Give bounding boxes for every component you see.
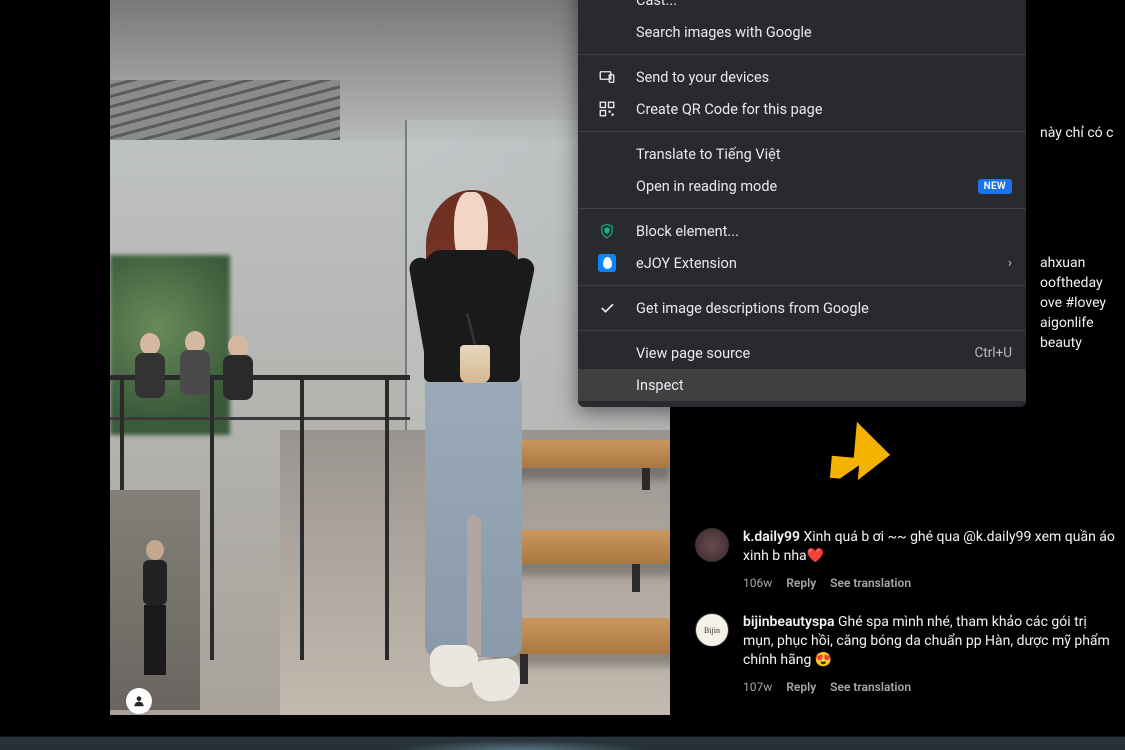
menu-item-cast[interactable]: Cast... — [578, 0, 1026, 16]
comment-text: k.daily99 Xinh quá b ơi ~~ ghé qua @k.da… — [743, 529, 1115, 564]
avatar[interactable]: Bijin — [695, 613, 729, 647]
new-badge: NEW — [978, 179, 1012, 194]
heart-emoji-icon: ❤️ — [807, 548, 824, 564]
caption-fragment: ove #lovey — [1040, 294, 1106, 312]
menu-separator — [578, 285, 1026, 286]
tagged-people-button[interactable] — [126, 688, 152, 714]
blank-icon — [598, 145, 616, 163]
comment-username[interactable]: k.daily99 — [743, 529, 800, 545]
blank-icon — [598, 23, 616, 41]
comment-username[interactable]: bijinbeautyspa — [743, 614, 835, 630]
menu-item-inspect[interactable]: Inspect — [578, 369, 1026, 401]
menu-separator — [578, 131, 1026, 132]
see-translation-button[interactable]: See translation — [830, 574, 911, 593]
menu-item-translate[interactable]: Translate to Tiếng Việt — [578, 138, 1026, 170]
photo-thumbnail-prev[interactable] — [110, 490, 200, 710]
caption-fragment: này chỉ có c — [1040, 124, 1113, 142]
menu-label: Translate to Tiếng Việt — [636, 146, 1012, 163]
comments-section: k.daily99 Xinh quá b ơi ~~ ghé qua @k.da… — [695, 528, 1115, 717]
menu-label: Cast... — [636, 0, 1012, 9]
check-icon — [598, 299, 616, 317]
comment-age: 106w — [743, 574, 772, 593]
reply-button[interactable]: Reply — [786, 574, 816, 593]
menu-label: View page source — [636, 345, 975, 362]
menu-item-image-descriptions[interactable]: Get image descriptions from Google — [578, 292, 1026, 324]
menu-item-create-qr[interactable]: Create QR Code for this page — [578, 93, 1026, 125]
menu-item-search-images[interactable]: Search images with Google — [578, 16, 1026, 48]
menu-item-block-element[interactable]: Block element... — [578, 215, 1026, 247]
keyboard-shortcut: Ctrl+U — [975, 345, 1012, 361]
hearteyes-emoji-icon: 😍 — [815, 652, 832, 668]
caption-fragment: ooftheday — [1040, 274, 1103, 292]
blank-icon — [598, 376, 616, 394]
caption-fragment: aigonlife — [1040, 314, 1094, 332]
blank-icon — [598, 0, 616, 9]
person-icon — [132, 694, 146, 708]
shield-icon — [598, 222, 616, 240]
comment: Bijin bijinbeautyspa Ghé spa mình nhé, t… — [695, 613, 1115, 697]
menu-item-view-source[interactable]: View page source Ctrl+U — [578, 337, 1026, 369]
qr-icon — [598, 100, 616, 118]
comment-age: 107w — [743, 678, 772, 697]
menu-item-ejoy[interactable]: eJOY Extension › — [578, 247, 1026, 279]
blank-icon — [598, 177, 616, 195]
menu-item-reading-mode[interactable]: Open in reading mode NEW — [578, 170, 1026, 202]
menu-label: Search images with Google — [636, 24, 1012, 41]
comment-text: bijinbeautyspa Ghé spa mình nhé, tham kh… — [743, 614, 1110, 668]
arrow-annotation — [812, 410, 902, 504]
menu-item-send-devices[interactable]: Send to your devices — [578, 61, 1026, 93]
taskbar-highlight — [390, 740, 650, 750]
menu-label: Inspect — [636, 377, 1012, 394]
avatar[interactable] — [695, 528, 729, 562]
menu-separator — [578, 330, 1026, 331]
menu-label: Open in reading mode — [636, 178, 968, 195]
menu-label: Get image descriptions from Google — [636, 300, 1012, 317]
browser-context-menu: Cast... Search images with Google Send t… — [578, 0, 1026, 407]
menu-separator — [578, 54, 1026, 55]
ejoy-icon — [598, 254, 616, 272]
menu-label: eJOY Extension — [636, 255, 1008, 272]
see-translation-button[interactable]: See translation — [830, 678, 911, 697]
menu-label: Send to your devices — [636, 69, 1012, 86]
blank-icon — [598, 344, 616, 362]
menu-separator — [578, 208, 1026, 209]
chevron-right-icon: › — [1008, 255, 1012, 271]
devices-icon — [598, 68, 616, 86]
comment: k.daily99 Xinh quá b ơi ~~ ghé qua @k.da… — [695, 528, 1115, 593]
caption-fragment: ahxuan — [1040, 254, 1085, 272]
os-taskbar[interactable] — [0, 736, 1125, 750]
menu-label: Block element... — [636, 223, 1012, 240]
menu-label: Create QR Code for this page — [636, 101, 1012, 118]
caption-fragment: beauty — [1040, 334, 1082, 352]
reply-button[interactable]: Reply — [786, 678, 816, 697]
